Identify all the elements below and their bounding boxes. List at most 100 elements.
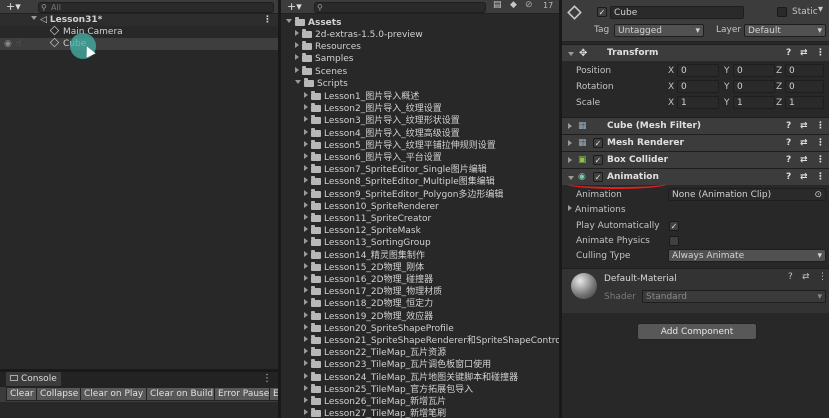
component-enabled-checkbox[interactable]: ✓ (593, 138, 603, 148)
active-checkbox[interactable]: ✓ (597, 7, 607, 17)
project-lesson-folder[interactable]: Lesson5_图片导入_纹理平铺拉伸规则设置 (281, 139, 559, 152)
help-icon[interactable]: ? (788, 272, 793, 282)
project-lesson-folder[interactable]: Lesson21_SpriteShapeRenderer和SpriteShape… (281, 335, 559, 347)
expand-arrow-icon[interactable] (304, 372, 308, 379)
play-automatically-checkbox[interactable]: ✓ (669, 221, 679, 231)
expand-arrow-icon[interactable] (304, 287, 308, 294)
project-lesson-folder[interactable]: Lesson20_SpriteShapeProfile (281, 322, 559, 335)
preset-icon[interactable]: ⇄ (800, 118, 808, 135)
console-menu-icon[interactable]: ⋮ (262, 373, 272, 384)
preset-icon[interactable]: ⇄ (802, 272, 810, 282)
project-lesson-folder[interactable]: Lesson9_SpriteEditor_Polygon多边形编辑 (281, 188, 559, 201)
project-lesson-folder[interactable]: Lesson17_2D物理_物理材质 (281, 286, 559, 298)
project-lesson-folder[interactable]: Lesson16_2D物理_碰撞器 (281, 274, 559, 286)
project-folder[interactable]: Scripts (281, 77, 559, 90)
project-search-input[interactable]: ⚲ (314, 2, 486, 13)
transform-rotation-y-field[interactable]: 0 (733, 80, 775, 93)
add-component-button[interactable]: Add Component (637, 323, 757, 340)
project-lesson-folder[interactable]: Lesson6_图片导入_平台设置 (281, 152, 559, 164)
help-icon[interactable]: ? (786, 135, 791, 152)
foldout-arrow-icon[interactable] (568, 123, 572, 129)
project-lesson-folder[interactable]: Lesson26_TileMap_新增瓦片 (281, 396, 559, 408)
context-menu-icon[interactable]: ⋮ (816, 118, 825, 135)
project-lesson-folder[interactable]: Lesson11_SpriteCreator (281, 213, 559, 225)
expand-arrow-icon[interactable] (304, 311, 308, 318)
expand-arrow-icon[interactable] (304, 384, 308, 391)
transform-scale-z-field[interactable]: 1 (785, 96, 824, 109)
project-lesson-folder[interactable]: Lesson4_图片导入_纹理高级设置 (281, 127, 559, 140)
label-filter-icon[interactable]: ◆ (510, 0, 517, 10)
axis-y-label[interactable]: Y (724, 82, 730, 92)
expand-arrow-icon[interactable] (304, 153, 308, 159)
help-icon[interactable]: ? (786, 45, 791, 62)
expand-arrow-icon[interactable] (304, 409, 308, 416)
create-plus-button[interactable]: +▾ (6, 0, 21, 13)
expand-arrow-icon[interactable] (295, 42, 299, 49)
project-lesson-folder[interactable]: Lesson19_2D物理_效应器 (281, 310, 559, 323)
project-lesson-folder[interactable]: Lesson8_SpriteEditor_Multiple图集编辑 (281, 176, 559, 188)
console-clear-on-play-button[interactable]: Clear on Play (80, 387, 148, 401)
hidden-packages-icon[interactable]: ⊘ (525, 0, 533, 10)
project-lesson-folder[interactable]: Lesson2_图片导入_纹理设置 (281, 103, 559, 115)
transform-position-x-field[interactable]: 0 (677, 64, 719, 77)
axis-x-label[interactable]: X (668, 66, 674, 76)
foldout-arrow-icon[interactable] (568, 52, 574, 56)
project-lesson-folder[interactable]: Lesson12_SpriteMask (281, 225, 559, 237)
expand-arrow-icon[interactable] (304, 140, 308, 147)
expand-arrow-icon[interactable] (295, 79, 301, 84)
transform-position-y-field[interactable]: 0 (733, 64, 775, 77)
project-lesson-folder[interactable]: Lesson24_TileMap_瓦片地图关键脚本和碰撞器 (281, 371, 559, 384)
project-folder[interactable]: Resources (281, 41, 559, 53)
project-lesson-folder[interactable]: Lesson22_TileMap_瓦片资源 (281, 347, 559, 359)
expand-arrow-icon[interactable] (304, 128, 308, 135)
tag-dropdown[interactable]: Untagged ▾ (614, 24, 704, 37)
hierarchy-item-main-camera[interactable]: Main Camera (0, 25, 278, 38)
transform-rotation-z-field[interactable]: 0 (785, 80, 824, 93)
console-editor-button[interactable]: E (269, 387, 278, 401)
project-lesson-folder[interactable]: Lesson10_SpriteRenderer (281, 200, 559, 213)
expand-arrow-icon[interactable] (304, 226, 308, 233)
culling-type-dropdown[interactable]: Always Animate ▾ (668, 249, 826, 262)
expand-arrow-icon[interactable] (286, 19, 292, 23)
project-lesson-folder[interactable]: Lesson13_SortingGroup (281, 237, 559, 249)
component-header-1[interactable]: ▦ ✓ Mesh Renderer? ⇄ ⋮ (562, 134, 829, 151)
expand-arrow-icon[interactable] (304, 250, 308, 257)
expand-arrow-icon[interactable] (304, 323, 308, 330)
expand-arrow-icon[interactable] (304, 275, 308, 281)
expand-arrow-icon[interactable] (304, 262, 308, 269)
axis-x-label[interactable]: X (668, 98, 674, 108)
project-lesson-folder[interactable]: Lesson25_TileMap_官方拓展包导入 (281, 383, 559, 396)
expand-arrow-icon[interactable] (304, 189, 308, 196)
component-header-0[interactable]: ▦ Cube (Mesh Filter)? ⇄ ⋮ (562, 117, 829, 134)
static-dropdown-icon[interactable]: ▾ (818, 4, 823, 15)
layer-dropdown[interactable]: Default ▾ (744, 24, 826, 37)
expand-arrow-icon[interactable] (31, 16, 37, 20)
preset-icon[interactable]: ⇄ (800, 45, 808, 62)
project-lesson-folder[interactable]: Lesson14_精灵图集制作 (281, 249, 559, 262)
help-icon[interactable]: ? (786, 169, 791, 186)
transform-position-z-field[interactable]: 0 (785, 64, 824, 77)
scene-menu-icon[interactable]: ⋮ (263, 14, 272, 26)
component-header-2[interactable]: ▣ ✓ Box Collider? ⇄ ⋮ (562, 151, 829, 168)
context-menu-icon[interactable]: ⋮ (818, 272, 827, 282)
object-name-field[interactable]: Cube (610, 6, 744, 19)
expand-arrow-icon[interactable] (304, 165, 308, 172)
object-picker-icon[interactable]: ⊙ (814, 189, 822, 200)
expand-arrow-icon[interactable] (304, 201, 308, 208)
expand-arrow-icon[interactable] (304, 104, 308, 111)
expand-arrow-icon[interactable] (304, 214, 308, 220)
expand-arrow-icon[interactable] (304, 348, 308, 355)
animate-physics-checkbox[interactable] (669, 236, 679, 246)
foldout-arrow-icon[interactable] (568, 205, 572, 211)
axis-y-label[interactable]: Y (724, 66, 730, 76)
preset-icon[interactable]: ⇄ (800, 135, 808, 152)
console-collapse-button[interactable]: Collapse (36, 387, 83, 401)
project-lesson-folder[interactable]: Lesson3_图片导入_纹理形状设置 (281, 115, 559, 127)
expand-arrow-icon[interactable] (295, 66, 299, 73)
preset-icon[interactable]: ⇄ (800, 169, 808, 186)
project-lesson-folder[interactable]: Lesson1_图片导入概述 (281, 91, 559, 103)
project-folder[interactable]: Scenes (281, 65, 559, 78)
axis-z-label[interactable]: Z (776, 66, 782, 76)
context-menu-icon[interactable]: ⋮ (816, 169, 825, 186)
expand-arrow-icon[interactable] (304, 336, 308, 342)
